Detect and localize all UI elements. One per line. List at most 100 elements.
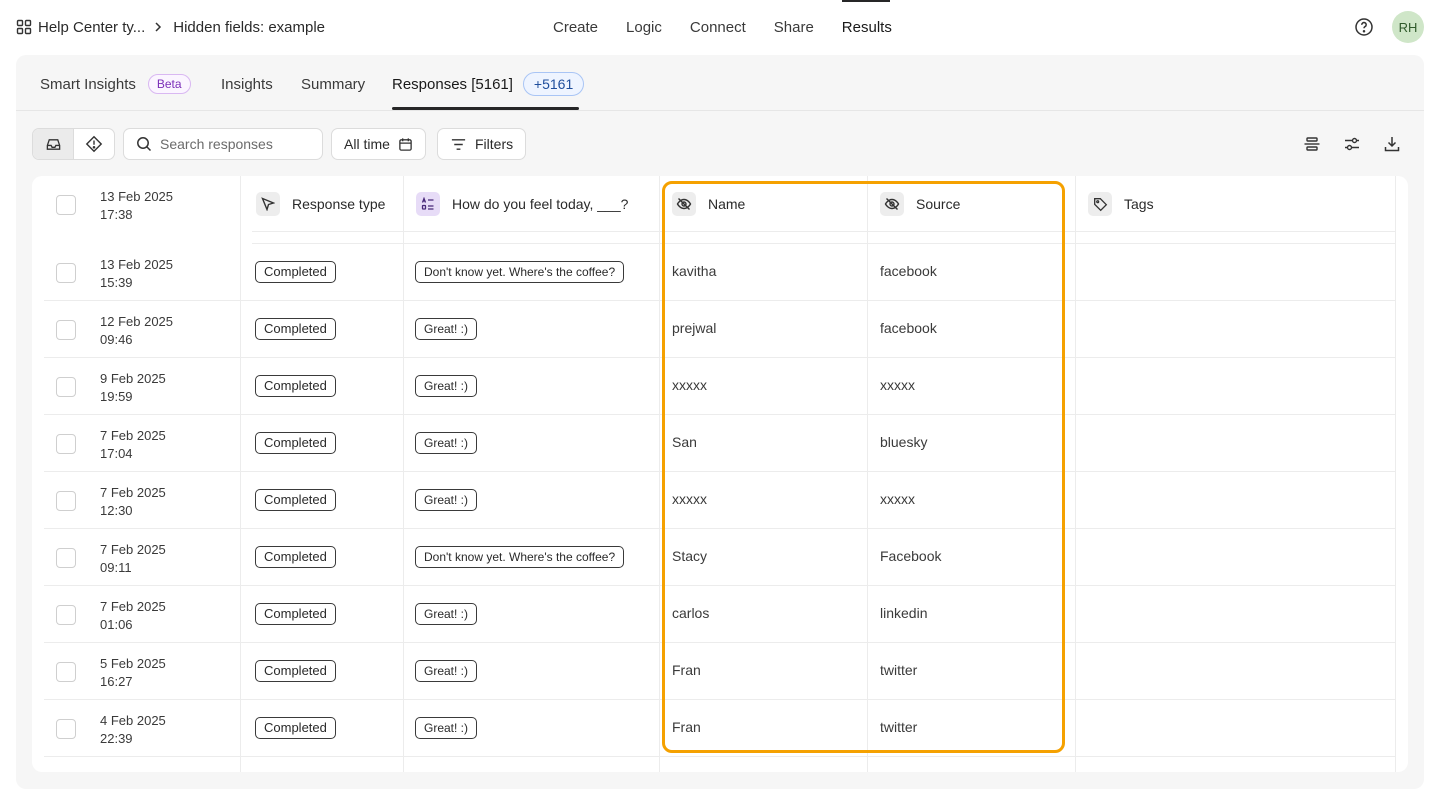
top-bar: Help Center ty... Hidden fields: example… bbox=[0, 0, 1440, 55]
column-label: Response type bbox=[292, 196, 386, 212]
response-type-badge: Completed bbox=[255, 432, 336, 454]
name-cell: San bbox=[672, 434, 697, 450]
date: 7 Feb 2025 bbox=[100, 599, 166, 614]
help-icon[interactable] bbox=[1354, 17, 1374, 37]
name-cell: Fran bbox=[672, 719, 701, 735]
column-header-tags[interactable]: Tags bbox=[1088, 192, 1154, 216]
row-checkbox[interactable] bbox=[56, 491, 76, 511]
answer-chip: Don't know yet. Where's the coffee? bbox=[415, 546, 625, 568]
active-tab-indicator bbox=[392, 107, 579, 110]
column-label: Source bbox=[916, 196, 961, 212]
answer-chip: Great! :) bbox=[415, 717, 478, 739]
search-icon bbox=[136, 136, 152, 152]
response-type-badge: Completed bbox=[255, 489, 336, 511]
avatar[interactable]: RH bbox=[1392, 11, 1424, 43]
name-cell: Fran bbox=[672, 662, 701, 678]
chevron-right-icon bbox=[151, 20, 165, 34]
tab-smart-insights[interactable]: Smart Insights Beta bbox=[40, 74, 191, 94]
nav-logic[interactable]: Logic bbox=[626, 19, 662, 36]
time-filter-button[interactable]: All time bbox=[331, 128, 426, 160]
row-checkbox[interactable] bbox=[56, 434, 76, 454]
row-date: 9 Feb 2025 19:59 bbox=[100, 370, 166, 406]
source-cell: linkedin bbox=[880, 605, 928, 621]
results-tabs: Smart Insights Beta Insights Summary Res… bbox=[16, 55, 1424, 111]
header-time: 17:38 bbox=[100, 207, 133, 222]
filter-lines-icon bbox=[450, 136, 467, 153]
row-date: 4 Feb 2025 22:39 bbox=[100, 712, 166, 748]
row-date: 13 Feb 2025 15:39 bbox=[100, 256, 173, 292]
row-checkbox[interactable] bbox=[56, 605, 76, 625]
table-row[interactable]: 12 Feb 2025 09:46 Completed Great! :) pre… bbox=[44, 301, 1396, 358]
table-row[interactable]: 7 Feb 2025 12:30 Completed Great! :) xxxx… bbox=[44, 472, 1396, 529]
row-checkbox[interactable] bbox=[56, 320, 76, 340]
date: 9 Feb 2025 bbox=[100, 371, 166, 386]
answer-chip: Great! :) bbox=[415, 660, 478, 682]
column-header-response-type[interactable]: Response type bbox=[256, 192, 385, 216]
nav-create[interactable]: Create bbox=[553, 19, 598, 36]
nav-share[interactable]: Share bbox=[774, 19, 814, 36]
time: 19:59 bbox=[100, 389, 133, 404]
table-row[interactable]: 13 Feb 2025 15:39 Completed Don't know ye… bbox=[44, 244, 1396, 301]
response-type-badge: Completed bbox=[255, 603, 336, 625]
new-responses-badge[interactable]: +5161 bbox=[522, 72, 585, 96]
table-header-row: 13 Feb 2025 17:38 Response type How do y… bbox=[44, 176, 1396, 233]
response-type-badge: Completed bbox=[255, 717, 336, 739]
time-filter-label: All time bbox=[344, 136, 390, 152]
row-date: 12 Feb 2025 09:46 bbox=[100, 313, 173, 349]
date: 7 Feb 2025 bbox=[100, 485, 166, 500]
alerts-view-button[interactable] bbox=[74, 129, 114, 159]
row-checkbox[interactable] bbox=[56, 263, 76, 283]
tab-responses-label: Responses [5161] bbox=[392, 75, 513, 93]
header-divider bbox=[252, 231, 1396, 232]
column-header-source[interactable]: Source bbox=[880, 192, 960, 216]
table-row[interactable]: 7 Feb 2025 09:11 Completed Don't know yet… bbox=[44, 529, 1396, 586]
source-cell: xxxxx bbox=[880, 377, 915, 393]
nav-results[interactable]: Results bbox=[842, 19, 892, 36]
answer-chip: Great! :) bbox=[415, 603, 478, 625]
tab-responses[interactable]: Responses [5161] +5161 bbox=[392, 72, 585, 96]
response-type-badge: Completed bbox=[255, 318, 336, 340]
answer-chip: Great! :) bbox=[415, 318, 478, 340]
breadcrumb-workspace[interactable]: Help Center ty... bbox=[38, 19, 145, 36]
inbox-view-button[interactable] bbox=[33, 129, 74, 159]
nav-connect[interactable]: Connect bbox=[690, 19, 746, 36]
breadcrumb-form-title[interactable]: Hidden fields: example bbox=[173, 19, 325, 36]
answer-chip: Don't know yet. Where's the coffee? bbox=[415, 261, 625, 283]
row-checkbox[interactable] bbox=[56, 662, 76, 682]
row-date: 7 Feb 2025 01:06 bbox=[100, 598, 166, 634]
date: 4 Feb 2025 bbox=[100, 713, 166, 728]
tab-insights[interactable]: Insights bbox=[221, 74, 273, 94]
name-cell: Stacy bbox=[672, 548, 708, 564]
inbox-icon bbox=[45, 136, 62, 153]
hidden-field-eye-off-icon bbox=[880, 192, 904, 216]
row-checkbox[interactable] bbox=[56, 377, 76, 397]
time: 16:27 bbox=[100, 674, 133, 689]
header-date: 13 Feb 2025 bbox=[100, 189, 174, 204]
date: 7 Feb 2025 bbox=[100, 428, 166, 443]
row-checkbox[interactable] bbox=[56, 719, 76, 739]
table-row[interactable]: 7 Feb 2025 01:06 Completed Great! :) carl… bbox=[44, 586, 1396, 643]
column-header-name[interactable]: Name bbox=[672, 192, 745, 216]
beta-badge: Beta bbox=[147, 74, 191, 94]
results-panel: Smart Insights Beta Insights Summary Res… bbox=[16, 55, 1424, 789]
time: 12:30 bbox=[100, 503, 133, 518]
row-checkbox[interactable] bbox=[56, 548, 76, 568]
table-row[interactable]: 7 Feb 2025 17:04 Completed Great! :) San … bbox=[44, 415, 1396, 472]
column-settings-icon[interactable] bbox=[1343, 135, 1361, 153]
search-input[interactable] bbox=[160, 136, 310, 152]
responses-table: 13 Feb 2025 17:38 Response type How do y… bbox=[32, 176, 1408, 772]
search-box bbox=[123, 128, 323, 160]
workspace-grid-icon[interactable] bbox=[16, 19, 32, 35]
calendar-icon bbox=[398, 137, 413, 152]
filters-label: Filters bbox=[475, 136, 514, 152]
table-row[interactable]: 9 Feb 2025 19:59 Completed Great! :) xxxx… bbox=[44, 358, 1396, 415]
table-row[interactable]: 5 Feb 2025 16:27 Completed Great! :) Fran… bbox=[44, 643, 1396, 700]
filters-button[interactable]: Filters bbox=[437, 128, 527, 160]
row-density-icon[interactable] bbox=[1303, 135, 1321, 153]
response-type-badge: Completed bbox=[255, 546, 336, 568]
table-row[interactable]: 4 Feb 2025 22:39 Completed Great! :) Fran… bbox=[44, 700, 1396, 757]
select-all-checkbox[interactable] bbox=[56, 195, 76, 215]
tab-summary[interactable]: Summary bbox=[301, 74, 365, 94]
column-header-question[interactable]: How do you feel today, ___? bbox=[416, 192, 628, 216]
download-icon[interactable] bbox=[1383, 135, 1401, 153]
